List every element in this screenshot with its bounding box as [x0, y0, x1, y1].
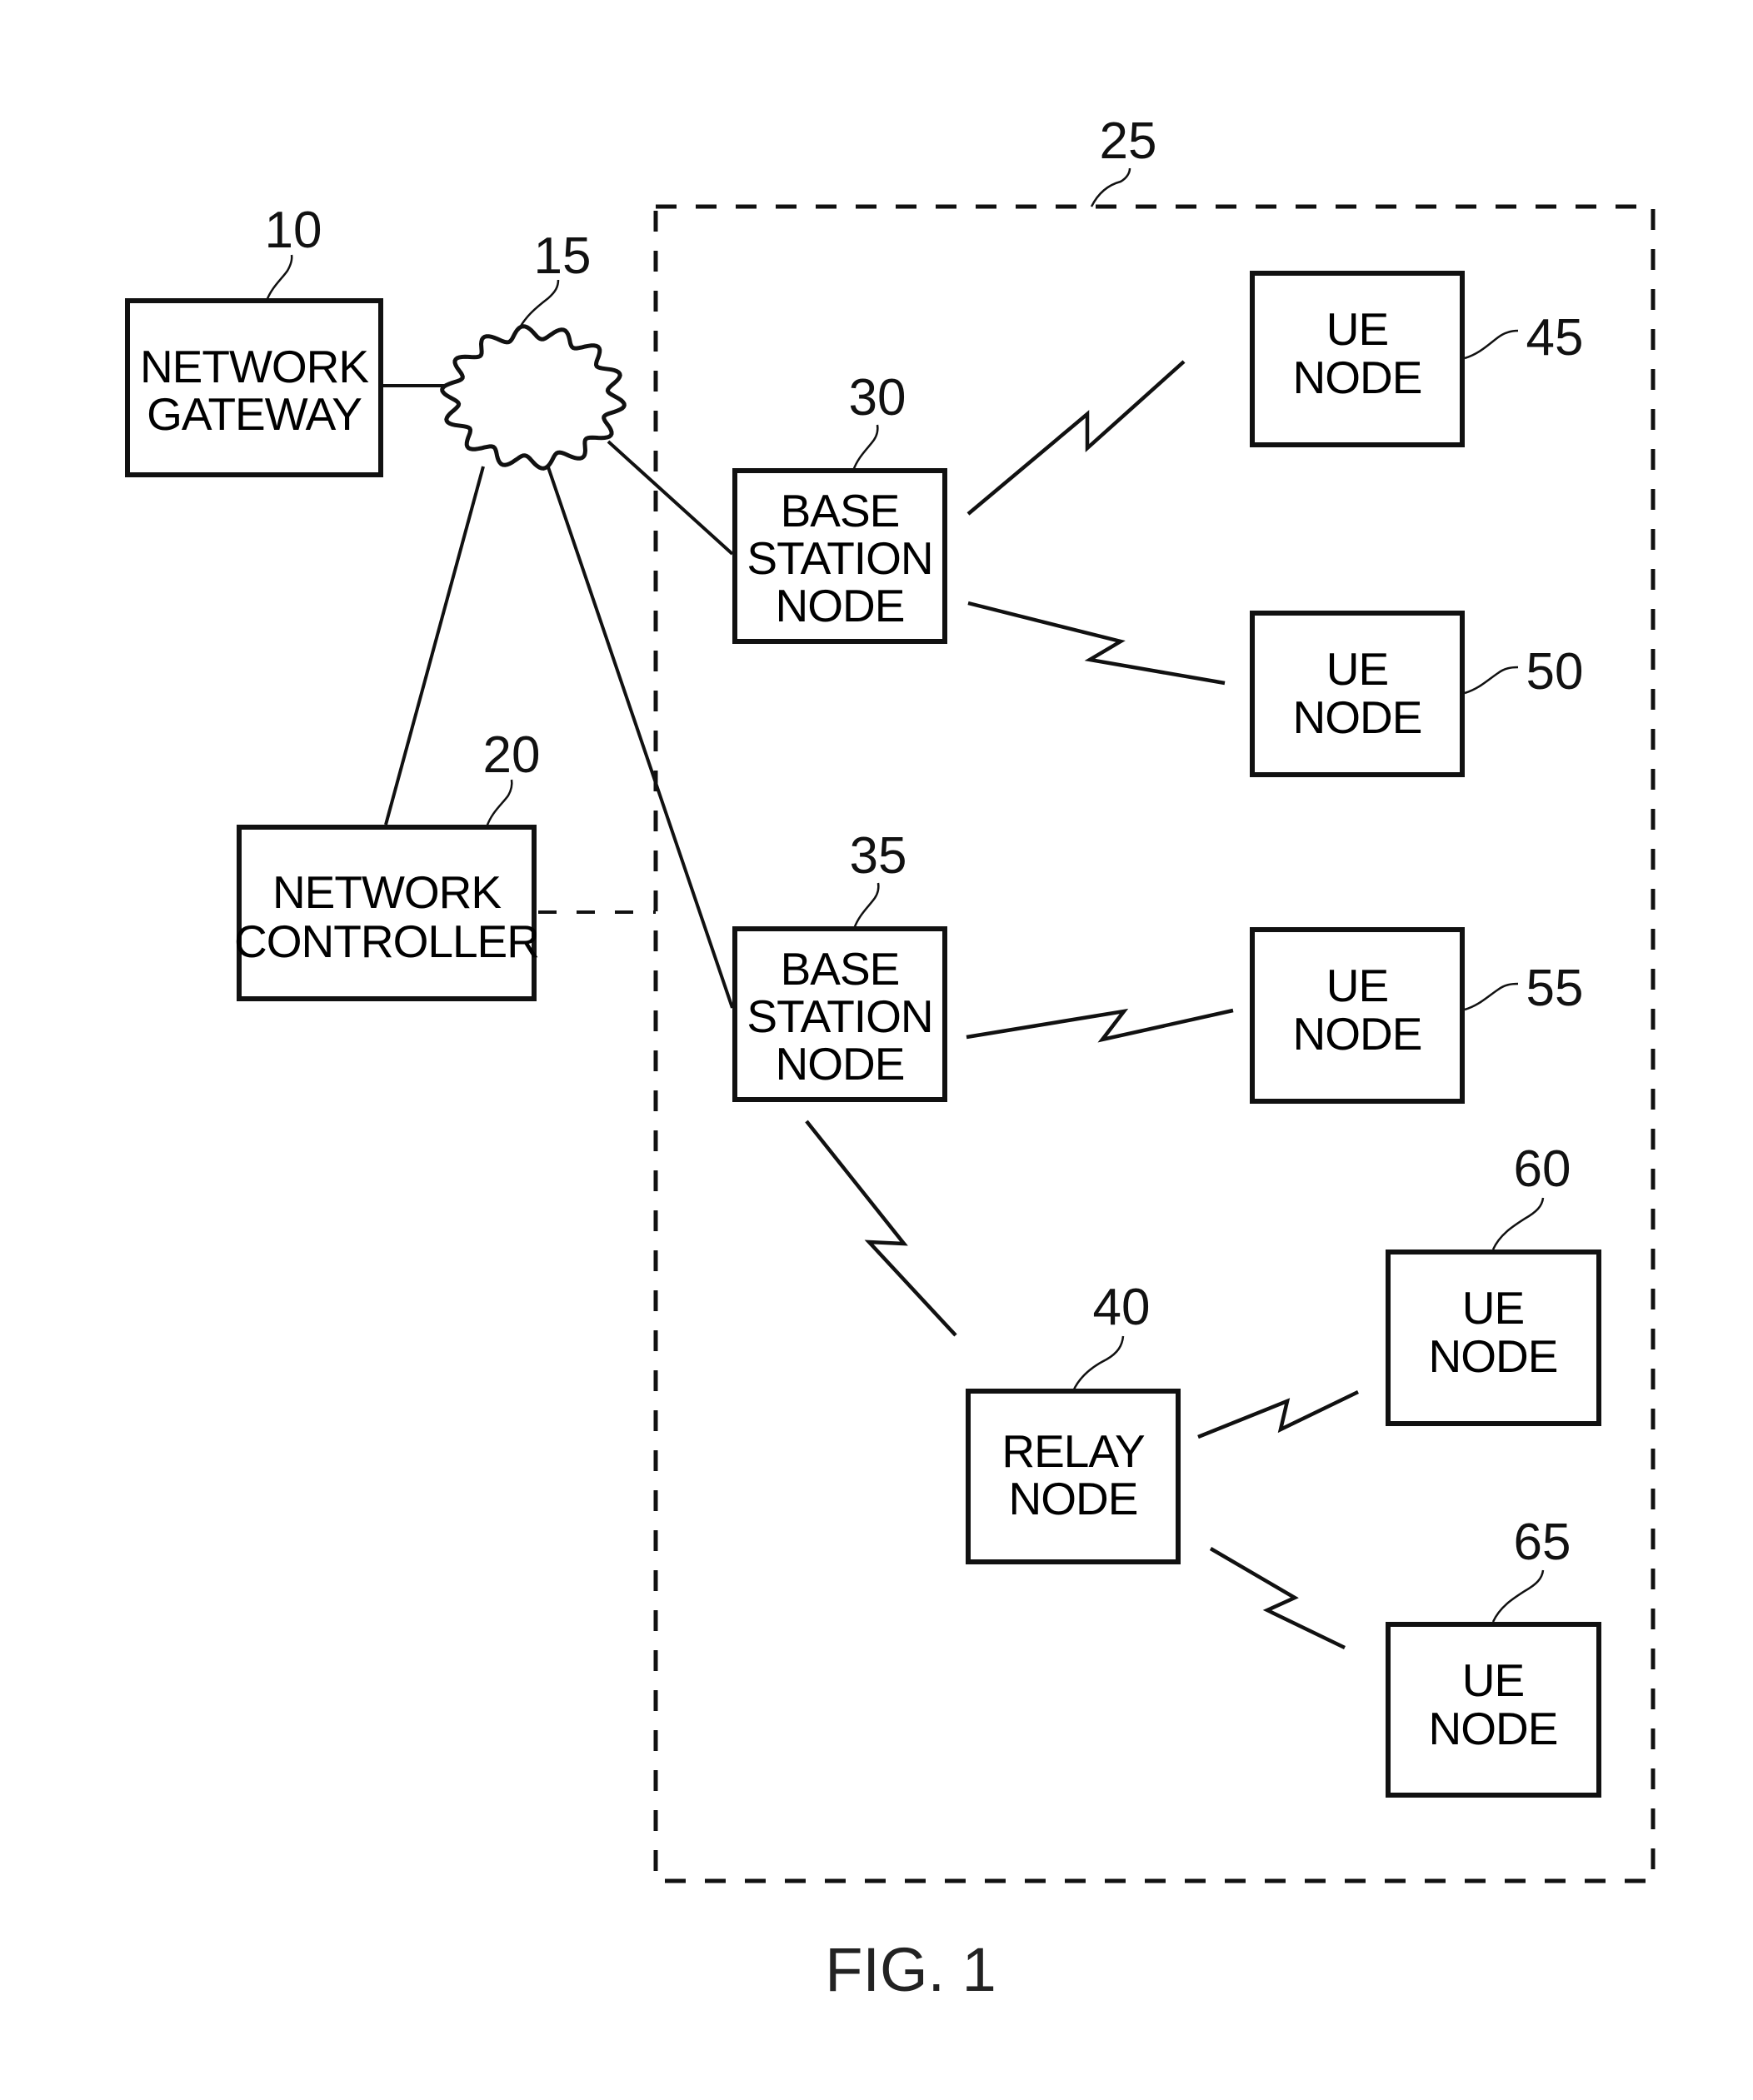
wireless-link-bs30-ue45 — [966, 360, 1186, 516]
network-cloud — [440, 324, 627, 471]
wireless-link-relay-ue65 — [1209, 1547, 1346, 1650]
ref-label-35: 35 — [850, 827, 907, 885]
node-label-line-1: RELAY — [1001, 1425, 1145, 1477]
node-ue-60: UE NODE — [1386, 1250, 1601, 1426]
ref-label-55: 55 — [1526, 960, 1584, 1017]
network-diagram: 25 15 NETWORK GATEWAY 10 NETWORK CONTROL… — [125, 112, 1656, 2004]
leader-55 — [1464, 982, 1519, 1011]
ref-label-15: 15 — [534, 227, 592, 285]
ref-label-20: 20 — [483, 726, 541, 784]
node-label-line-1: BASE — [781, 943, 900, 995]
leader-35 — [852, 882, 880, 930]
leader-50 — [1464, 666, 1519, 695]
node-label-line-1: UE — [1326, 303, 1388, 355]
ref-label-30: 30 — [849, 369, 906, 426]
wireless-link-bs35-relay — [805, 1120, 957, 1337]
node-label-line-1: NETWORK — [272, 866, 502, 918]
node-label-line-2: NODE — [1293, 352, 1422, 403]
wireless-link-bs35-ue55 — [966, 1008, 1234, 1043]
leader-25 — [1090, 167, 1131, 207]
link-cloud-bs35 — [546, 464, 734, 1009]
node-ue-65: UE NODE — [1386, 1622, 1601, 1798]
ref-label-45: 45 — [1526, 309, 1584, 367]
wireless-link-relay-ue60 — [1197, 1389, 1359, 1439]
node-label-line-3: NODE — [776, 1038, 905, 1090]
node-label-line-2: NODE — [1009, 1473, 1138, 1524]
node-label-line-1: NETWORK — [140, 341, 369, 392]
leader-65 — [1491, 1569, 1545, 1623]
ref-label-40: 40 — [1093, 1279, 1151, 1336]
leader-30 — [852, 424, 879, 471]
node-label-line-2: STATION — [747, 990, 932, 1042]
node-label-line-2: GATEWAY — [147, 388, 362, 440]
leader-15 — [517, 279, 560, 332]
node-relay-40: RELAY NODE — [966, 1389, 1181, 1564]
leader-45 — [1464, 329, 1519, 360]
node-ue-45: UE NODE — [1250, 271, 1465, 447]
leader-20 — [485, 779, 513, 828]
ref-label-25: 25 — [1100, 112, 1157, 170]
figure-caption: FIG. 1 — [825, 1935, 996, 2004]
ref-label-65: 65 — [1514, 1514, 1571, 1571]
leader-40 — [1071, 1335, 1125, 1392]
link-cloud-controller — [384, 466, 485, 826]
node-label-line-1: UE — [1462, 1654, 1524, 1706]
node-base-station-30: BASE STATION NODE — [732, 468, 947, 644]
node-label-line-2: CONTROLLER — [234, 915, 539, 967]
node-network-controller: NETWORK CONTROLLER — [234, 825, 540, 1001]
link-cloud-bs30 — [607, 440, 734, 556]
node-label-line-2: STATION — [747, 532, 932, 584]
node-network-gateway: NETWORK GATEWAY — [125, 298, 383, 477]
node-base-station-35: BASE STATION NODE — [732, 926, 947, 1102]
ref-label-50: 50 — [1526, 643, 1584, 701]
node-label-line-2: NODE — [1293, 1008, 1422, 1060]
ref-label-10: 10 — [265, 202, 322, 259]
node-label-line-2: NODE — [1429, 1703, 1558, 1754]
node-ue-50: UE NODE — [1250, 611, 1465, 777]
wireless-link-bs30-ue50 — [967, 601, 1226, 686]
node-ue-55: UE NODE — [1250, 927, 1465, 1104]
node-label-line-1: UE — [1462, 1282, 1524, 1334]
ref-label-60: 60 — [1514, 1140, 1571, 1198]
node-label-line-3: NODE — [776, 580, 905, 631]
node-label-line-1: UE — [1326, 643, 1388, 695]
node-label-line-2: NODE — [1429, 1330, 1558, 1382]
node-label-line-2: NODE — [1293, 691, 1422, 743]
node-label-line-1: BASE — [781, 485, 900, 536]
leader-60 — [1491, 1197, 1545, 1250]
leader-10 — [265, 254, 293, 302]
node-label-line-1: UE — [1326, 960, 1388, 1011]
